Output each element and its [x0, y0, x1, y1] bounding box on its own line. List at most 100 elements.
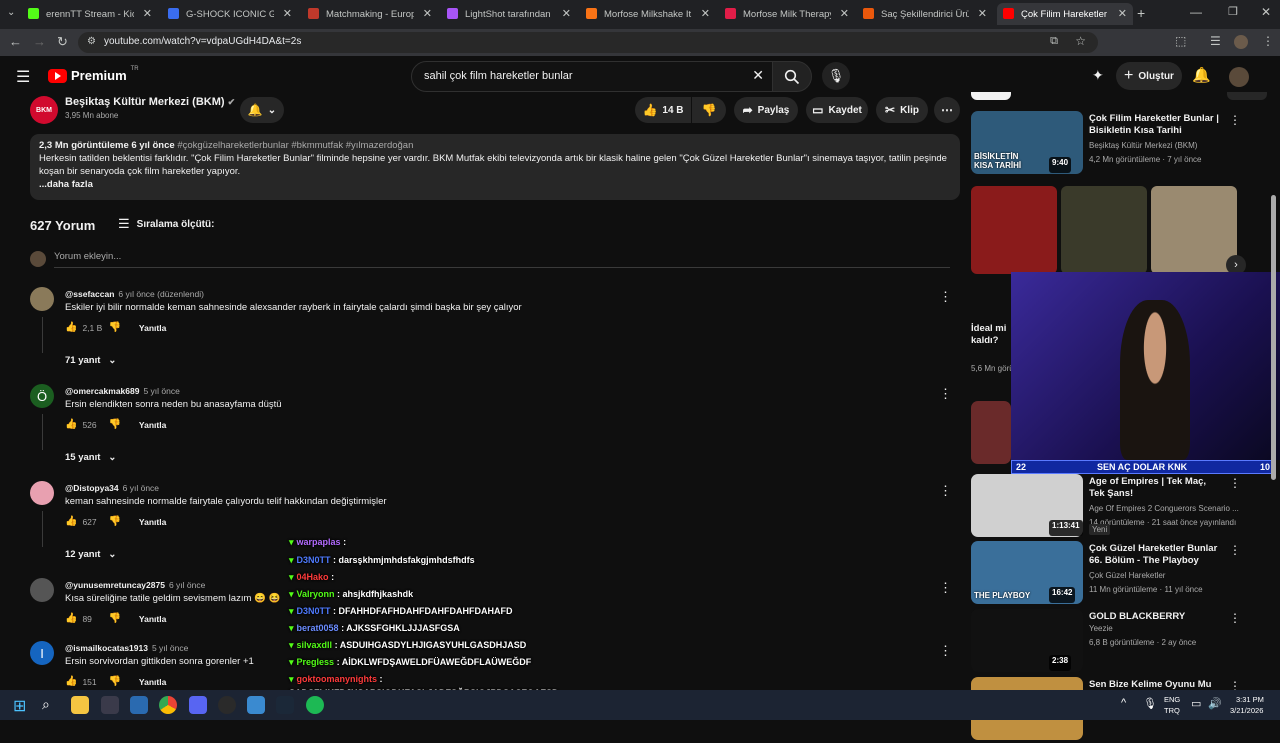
search-box[interactable]: sahil çok film hareketler bunlar ✕: [411, 61, 773, 92]
steam-icon[interactable]: [276, 696, 294, 714]
tab-close-icon[interactable]: ✕: [143, 7, 152, 20]
comment-like-icon[interactable]: 👍: [65, 613, 77, 624]
hashtags[interactable]: #çokgüzelhareketlerbunlar #bkmmutfak #yı…: [177, 140, 413, 151]
windows-start-icon[interactable]: ⊞: [13, 696, 26, 716]
dislike-button[interactable]: 👎: [692, 97, 726, 123]
show-replies-button[interactable]: 71 yanıt ⌄: [65, 355, 116, 366]
short-thumbnail-2[interactable]: [1061, 186, 1147, 274]
comment-dislike-icon[interactable]: 👎: [108, 613, 120, 624]
short-thumbnail-1[interactable]: [971, 186, 1057, 274]
search-button[interactable]: [772, 61, 812, 92]
install-icon[interactable]: ⧉: [1050, 35, 1058, 48]
related-video[interactable]: 2:38 GOLD BLACKBERRY Yeezie 6,8 B görüntüle…: [971, 609, 1271, 675]
clear-search-icon[interactable]: ✕: [752, 67, 764, 84]
premium-icon[interactable]: ✦: [1092, 67, 1104, 84]
comment-reply-button[interactable]: Yanıtla: [139, 420, 166, 430]
comment-menu-icon[interactable]: ⋮: [939, 580, 952, 596]
site-info-icon[interactable]: ⚙: [87, 36, 96, 47]
restore-icon[interactable]: ❐: [1228, 5, 1238, 18]
video-title[interactable]: İdeal mi kaldı?: [971, 323, 1011, 347]
clock-time[interactable]: 3:31 PM: [1236, 695, 1264, 704]
browser-tab[interactable]: Saç Şekillendirici Ürünler ✕: [857, 3, 993, 25]
video-menu-icon[interactable]: ⋮: [1229, 611, 1241, 625]
comment-menu-icon[interactable]: ⋮: [939, 643, 952, 659]
tray-chevron-icon[interactable]: ^: [1121, 697, 1126, 709]
comment-like-icon[interactable]: 👍: [65, 516, 77, 527]
clock-date[interactable]: 3/21/2026: [1230, 706, 1263, 715]
account-avatar[interactable]: [1229, 67, 1249, 87]
tab-close-icon[interactable]: ✕: [562, 7, 571, 20]
video-title[interactable]: GOLD BLACKBERRY: [1089, 611, 1219, 623]
related-video[interactable]: 1:13:41 Age of Empires | Tek Maç, Tek Şan…: [971, 474, 1271, 540]
video-menu-icon[interactable]: ⋮: [1229, 113, 1241, 127]
tab-close-icon[interactable]: ✕: [978, 7, 987, 20]
tab-search-icon[interactable]: ⌄: [7, 7, 15, 18]
save-button[interactable]: ▭ Kaydet: [806, 97, 868, 123]
comment-reply-button[interactable]: Yanıtla: [139, 677, 166, 687]
create-button[interactable]: + Oluştur: [1116, 62, 1182, 90]
show-more-link[interactable]: ...daha fazla: [39, 178, 951, 191]
video-title[interactable]: Çok Filim Hareketler Bunlar | Bisikletin…: [1089, 113, 1219, 137]
commenter-avatar[interactable]: [30, 287, 54, 311]
channel-name[interactable]: Beşiktaş Kültür Merkezi (BKM) ✔: [65, 96, 235, 108]
hamburger-menu-icon[interactable]: ☰: [16, 67, 30, 87]
tab-close-icon[interactable]: ✕: [840, 7, 849, 20]
lang-top[interactable]: ENG: [1164, 695, 1180, 704]
mic-tray-icon[interactable]: 🎙: [1143, 697, 1157, 710]
video-channel[interactable]: Age Of Empires 2 Conguerors Scenario ...: [1089, 504, 1239, 513]
obs-icon[interactable]: [218, 696, 236, 714]
comment-time[interactable]: 6 yıl önce (düzenlendi): [118, 289, 204, 299]
comment-like-icon[interactable]: 👍: [65, 676, 77, 687]
comment-time[interactable]: 6 yıl önce: [169, 580, 205, 590]
chrome-icon[interactable]: [159, 696, 177, 714]
youtube-logo[interactable]: Premium TR: [48, 66, 139, 83]
file-explorer-icon[interactable]: [71, 696, 89, 714]
video-menu-icon[interactable]: ⋮: [1229, 543, 1241, 557]
new-tab-button[interactable]: +: [1137, 5, 1145, 21]
photos-icon[interactable]: [247, 696, 265, 714]
tab-close-icon[interactable]: ✕: [423, 7, 432, 20]
channel-name-text[interactable]: Beşiktaş Kültür Merkezi (BKM): [65, 96, 225, 108]
comment-reply-button[interactable]: Yanıtla: [139, 517, 166, 527]
comment-time[interactable]: 5 yıl önce: [143, 386, 179, 396]
commenter-avatar[interactable]: Ö: [30, 384, 54, 408]
comment-menu-icon[interactable]: ⋮: [939, 289, 952, 305]
notifications-bell-icon[interactable]: 🔔: [1192, 66, 1211, 84]
address-bar[interactable]: ⚙ youtube.com/watch?v=vdpaUGdH4DA&t=2s ⧉…: [78, 32, 1098, 53]
short-thumbnail-3[interactable]: [1151, 186, 1237, 274]
sort-button[interactable]: ☰ Sıralama ölçütü:: [118, 216, 214, 232]
comment-author[interactable]: @yunusemretuncay2875: [65, 580, 165, 590]
app-icon[interactable]: [130, 696, 148, 714]
browser-tab[interactable]: Morfose Milkshake It Fön ✕: [580, 3, 716, 25]
browser-tab[interactable]: G-SHOCK ICONIC GA-110 ✕: [162, 3, 298, 25]
minimize-icon[interactable]: —: [1190, 5, 1202, 19]
comment-author[interactable]: @Distopya34: [65, 483, 119, 493]
browser-tab[interactable]: Morfose Milk Therapy Çift ✕: [719, 3, 855, 25]
show-replies-button[interactable]: 15 yanıt ⌄: [65, 452, 116, 463]
tab-close-icon[interactable]: ✕: [283, 7, 292, 20]
description-box[interactable]: 2,3 Mn görüntüleme 6 yıl önce #çokgüzelh…: [30, 134, 960, 200]
comment-author[interactable]: @ssefaccan: [65, 289, 114, 299]
discord-icon[interactable]: [189, 696, 207, 714]
page-scrollbar[interactable]: [1271, 195, 1276, 480]
comment-like-icon[interactable]: 👍: [65, 419, 77, 430]
share-button[interactable]: ➦ Paylaş: [734, 97, 798, 123]
related-video[interactable]: BİSİKLETİN KISA TARİHİ 9:40 Çok Filim Hare…: [971, 111, 1271, 177]
video-channel[interactable]: Çok Güzel Hareketler: [1089, 571, 1165, 580]
comment-like-icon[interactable]: 👍: [65, 322, 77, 333]
comment-dislike-icon[interactable]: 👎: [108, 516, 120, 527]
video-channel[interactable]: Yeezie: [1089, 624, 1113, 633]
video-thumbnail[interactable]: [971, 401, 1011, 464]
more-actions-button[interactable]: ⋯: [934, 97, 960, 123]
comment-menu-icon[interactable]: ⋮: [939, 386, 952, 402]
comment-time[interactable]: 5 yıl önce: [152, 643, 188, 653]
store-icon[interactable]: [101, 696, 119, 714]
related-video[interactable]: THE PLAYBOY 16:42 Çok Güzel Hareketler Bun…: [971, 541, 1271, 607]
commenter-avatar[interactable]: I: [30, 641, 54, 665]
comment-reply-button[interactable]: Yanıtla: [139, 614, 166, 624]
video-title[interactable]: Age of Empires | Tek Maç, Tek Şans!: [1089, 476, 1219, 500]
reading-list-icon[interactable]: ☰: [1210, 34, 1221, 48]
video-menu-icon[interactable]: ⋮: [1229, 476, 1241, 490]
video-title[interactable]: Çok Güzel Hareketler Bunlar 66. Bölüm - …: [1089, 543, 1219, 567]
extensions-icon[interactable]: ⬚: [1175, 34, 1186, 48]
